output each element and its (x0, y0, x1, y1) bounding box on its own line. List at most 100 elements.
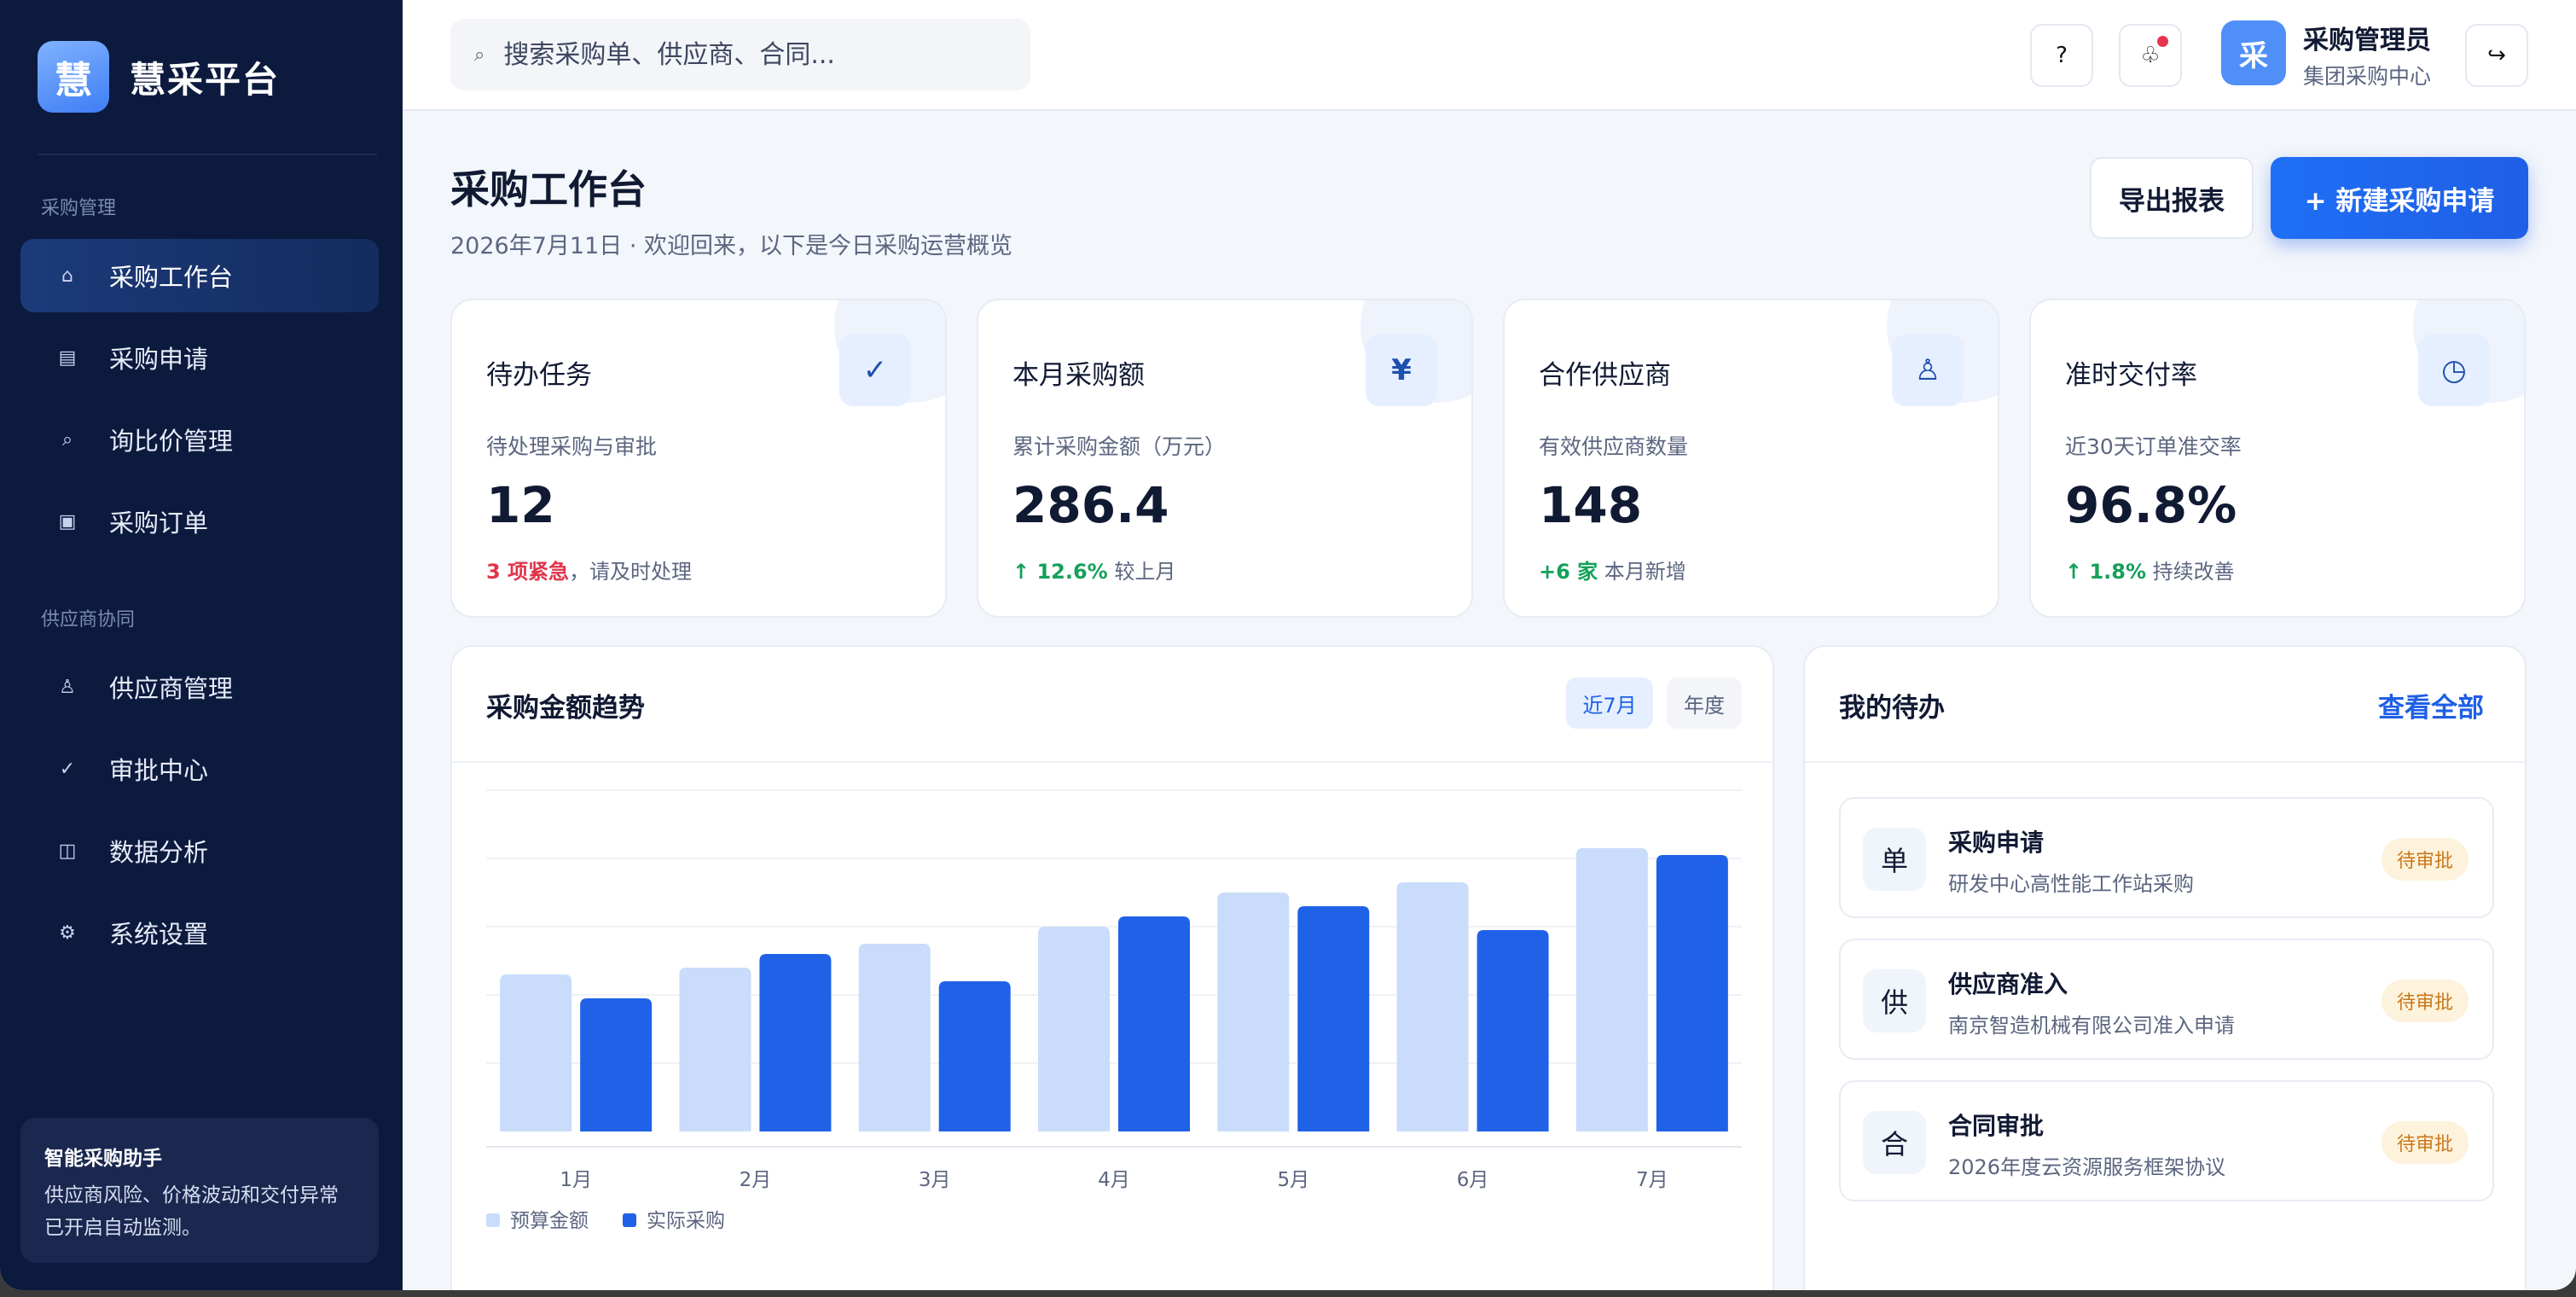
brand-logo-icon: 慧 (38, 41, 109, 113)
user-name: 采购管理员 (2303, 26, 2431, 55)
card-divider (1805, 761, 2525, 763)
status-badge: 待审批 (2381, 980, 2469, 1022)
check-icon: ✓ (839, 334, 911, 406)
stat-card-amount[interactable]: ¥ 本月采购额 累计采购金额（万元） 286.4 ↑ 12.6% 较上月 (977, 299, 1473, 618)
stat-description: 有效供应商数量 (1539, 434, 1689, 459)
sidebar: 慧 慧采平台 采购管理 ⌂ 采购工作台 ▤ 采购申请 ⌕ 询比价管理 ▣ 采购订… (0, 0, 403, 1290)
sidebar-item-label: 系统设置 (109, 920, 209, 949)
chart-bar (858, 944, 931, 1131)
sidebar-item-label: 采购订单 (109, 509, 209, 538)
chart-x-tick-label: 5月 (1277, 1169, 1309, 1191)
notification-dot (2157, 36, 2168, 47)
sidebar-item-orders[interactable]: ▣ 采购订单 (20, 485, 379, 558)
search-input[interactable] (503, 39, 982, 70)
status-badge: 待审批 (2381, 838, 2469, 881)
todo-item[interactable]: 合 合同审批 2026年度云资源服务框架协议 待审批 (1839, 1080, 2494, 1201)
chart-bar (1575, 848, 1648, 1131)
new-request-button[interactable]: + 新建采购申请 (2271, 157, 2528, 239)
stat-highlight: ↑ 12.6% (1012, 560, 1108, 584)
chart-bar (1038, 927, 1110, 1131)
chart-legend-label: 实际采购 (647, 1210, 725, 1232)
sidebar-item-label: 供应商管理 (109, 674, 234, 703)
chart-bar (679, 968, 751, 1131)
sidebar-item-suppliers[interactable]: ♙ 供应商管理 (20, 650, 379, 724)
stat-highlight: ↑ 1.8% (2065, 560, 2147, 584)
stat-card-ontime[interactable]: ◷ 准时交付率 近30天订单准交率 96.8% ↑ 1.8% 持续改善 (2029, 299, 2526, 618)
range-tab-year[interactable]: 年度 (1667, 678, 1742, 729)
sidebar-item-label: 采购申请 (109, 345, 209, 374)
todo-item-subtitle: 研发中心高性能工作站采购 (1948, 872, 2194, 896)
trend-chart: 1月 2月 3月 4月 5月 6月 7月预算金额 实际采购 (486, 789, 1742, 1232)
yuan-icon: ¥ (1366, 334, 1437, 406)
notification-button[interactable]: ♧ (2119, 24, 2182, 87)
stat-card-suppliers[interactable]: ♙ 合作供应商 有效供应商数量 148 +6 家 本月新增 (1503, 299, 1999, 618)
todo-item[interactable]: 供 供应商准入 南京智造机械有限公司准入申请 待审批 (1839, 939, 2494, 1060)
sidebar-item-label: 询比价管理 (109, 427, 234, 456)
todo-item-title: 采购申请 (1948, 829, 2045, 857)
chart-bar (759, 954, 832, 1131)
sidebar-item-label: 采购工作台 (109, 263, 234, 292)
supplier-icon: ♙ (59, 676, 76, 698)
export-report-button[interactable]: 导出报表 (2090, 157, 2254, 239)
chart-title: 采购金额趋势 (486, 693, 645, 724)
stat-value: 286.4 (1012, 476, 1169, 534)
help-button[interactable]: ? (2030, 24, 2093, 87)
todo-item-title: 供应商准入 (1948, 970, 2068, 998)
stat-footnote: ↑ 1.8% 持续改善 (2065, 555, 2235, 585)
stat-value: 96.8% (2065, 476, 2237, 534)
stat-footnote: +6 家 本月新增 (1539, 555, 1686, 585)
logout-button[interactable]: ↪ (2465, 24, 2528, 87)
chart-bar (1217, 893, 1290, 1131)
sidebar-item-settings[interactable]: ⚙ 系统设置 (20, 896, 379, 969)
chart-legend-label: 预算金额 (510, 1210, 589, 1232)
chart-x-tick-label: 1月 (560, 1169, 592, 1191)
analytics-icon: ◫ (58, 840, 77, 862)
gear-icon: ⚙ (59, 922, 76, 944)
chart-bar (1396, 882, 1469, 1131)
todo-item-title: 合同审批 (1948, 1112, 2045, 1140)
stat-description: 近30天订单准交率 (2065, 434, 2242, 459)
assistant-title: 智能采购助手 (44, 1148, 162, 1170)
sidebar-item-workbench[interactable]: ⌂ 采购工作台 (20, 239, 379, 312)
chart-x-tick-label: 3月 (919, 1169, 951, 1191)
view-all-link[interactable]: 查看全部 (2378, 686, 2484, 724)
search-icon: ⌕ (61, 428, 73, 451)
stat-title: 本月采购额 (1012, 360, 1145, 391)
stat-title: 合作供应商 (1539, 360, 1671, 391)
top-bar: ⌕ ? ♧ 采 采购管理员 集团采购中心 ↪ (403, 0, 2576, 111)
avatar[interactable]: 采 (2221, 20, 2286, 85)
stat-title: 准时交付率 (2065, 360, 2197, 391)
nav-section-title: 供应商协同 (41, 609, 136, 631)
app-window: 慧 慧采平台 采购管理 ⌂ 采购工作台 ▤ 采购申请 ⌕ 询比价管理 ▣ 采购订… (0, 0, 2576, 1290)
search-box[interactable]: ⌕ (450, 19, 1030, 90)
check-icon: ✓ (59, 758, 76, 780)
todo-item[interactable]: 单 采购申请 研发中心高性能工作站采购 待审批 (1839, 797, 2494, 918)
todo-item-subtitle: 2026年度云资源服务框架协议 (1948, 1155, 2226, 1179)
stat-foot-text: 本月新增 (1598, 560, 1686, 584)
chart-x-tick-label: 7月 (1636, 1169, 1668, 1191)
todo-card: 我的待办 查看全部 单 采购申请 研发中心高性能工作站采购 待审批 供 供应商准… (1803, 645, 2527, 1290)
sidebar-item-analytics[interactable]: ◫ 数据分析 (20, 814, 379, 887)
order-icon: ▣ (58, 510, 77, 532)
brand[interactable]: 慧 慧采平台 (38, 41, 280, 113)
chart-bar (580, 998, 653, 1131)
sidebar-item-rfq[interactable]: ⌕ 询比价管理 (20, 403, 379, 476)
stat-card-pending[interactable]: ✓ 待办任务 待处理采购与审批 12 3 项紧急，请及时处理 (450, 299, 947, 618)
sidebar-item-requests[interactable]: ▤ 采购申请 (20, 321, 379, 394)
chart-legend-swatch (623, 1213, 636, 1227)
range-tab-7m[interactable]: 近7月 (1566, 678, 1653, 729)
stat-footnote: 3 项紧急，请及时处理 (486, 555, 692, 585)
trend-chart-card: 采购金额趋势 近7月 年度 1月 2月 3月 4月 5月 6月 7月 预算金额 实际采购 (450, 645, 1774, 1290)
supplier-icon: ♙ (1892, 334, 1964, 406)
document-icon: ▤ (58, 346, 77, 369)
chart-x-tick-label: 4月 (1098, 1169, 1130, 1191)
search-icon: ⌕ (474, 44, 485, 66)
bell-icon: ♧ (2140, 43, 2161, 68)
assistant-text: 供应商风险、价格波动和交付异常已开启自动监测。 (44, 1184, 339, 1239)
stat-description: 累计采购金额（万元） (1012, 434, 1227, 459)
home-icon: ⌂ (61, 265, 73, 287)
assistant-panel[interactable]: 智能采购助手 供应商风险、价格波动和交付异常已开启自动监测。 (20, 1118, 379, 1263)
todo-item-subtitle: 南京智造机械有限公司准入申请 (1948, 1014, 2235, 1038)
sidebar-item-approvals[interactable]: ✓ 审批中心 (20, 732, 379, 806)
chart-bar (938, 981, 1011, 1131)
